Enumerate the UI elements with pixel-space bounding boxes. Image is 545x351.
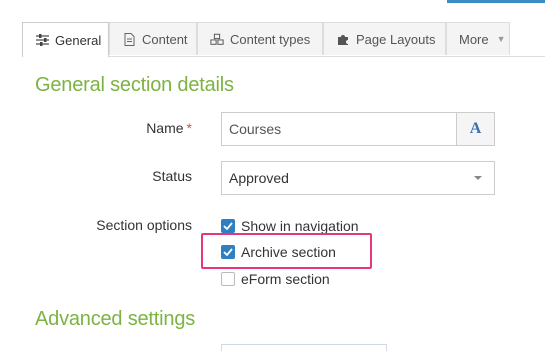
tab-content-types[interactable]: Content types: [197, 22, 323, 55]
tab-more-label: More: [459, 31, 489, 47]
document-icon: [122, 32, 136, 46]
tab-bar: General Content Content types Page Layou…: [22, 22, 545, 57]
section-options-label: Section options: [96, 217, 192, 233]
name-input-group: A: [221, 112, 495, 146]
tab-content-label: Content: [142, 31, 188, 47]
checkbox-checked-icon[interactable]: [221, 245, 235, 259]
option-label: Archive section: [241, 244, 336, 260]
puzzle-icon: [336, 32, 350, 46]
status-label: Status: [152, 168, 192, 184]
name-label: Name *: [140, 120, 192, 136]
tab-content[interactable]: Content: [109, 22, 197, 55]
advanced-field-partial[interactable]: [221, 344, 387, 351]
sliders-icon: [35, 33, 49, 47]
tab-general[interactable]: General: [22, 22, 109, 57]
select-arrow-icon: [474, 176, 482, 180]
tab-page-layouts[interactable]: Page Layouts: [323, 22, 446, 55]
checkbox-unchecked-icon[interactable]: [221, 272, 235, 286]
general-section-heading: General section details: [35, 74, 234, 96]
tab-general-label: General: [55, 32, 102, 48]
tab-content-types-label: Content types: [230, 31, 311, 47]
option-eform-section[interactable]: eForm section: [221, 271, 330, 287]
option-show-in-navigation[interactable]: Show in navigation: [221, 218, 359, 234]
name-input[interactable]: [221, 112, 457, 146]
option-label: eForm section: [241, 271, 330, 287]
top-accent-bar: [447, 0, 545, 3]
option-label: Show in navigation: [241, 218, 359, 234]
checkbox-checked-icon[interactable]: [221, 219, 235, 233]
advanced-settings-heading: Advanced settings: [35, 308, 196, 330]
option-archive-section[interactable]: Archive section: [221, 244, 336, 260]
name-label-text: Name: [146, 120, 184, 136]
tab-more[interactable]: More ▼: [446, 22, 510, 55]
tab-page-layouts-label: Page Layouts: [356, 31, 436, 47]
text-format-button[interactable]: A: [456, 112, 495, 146]
caret-down-icon: ▼: [496, 34, 506, 44]
status-select[interactable]: Approved: [221, 161, 495, 195]
required-marker: *: [186, 120, 192, 136]
cubes-icon: [210, 32, 224, 46]
status-select-value: Approved: [229, 170, 289, 186]
